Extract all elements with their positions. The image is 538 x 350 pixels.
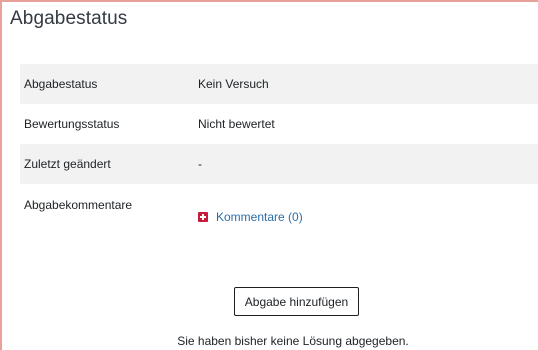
comments-link-label: Kommentare (0) [216, 210, 303, 224]
no-submission-note: Sie haben bisher keine Lösung abgegeben. [2, 334, 538, 348]
no-submission-text: Sie haben bisher keine Lösung abgegeben. [177, 334, 409, 348]
row-label: Abgabestatus [24, 77, 98, 91]
add-submission-button[interactable]: Abgabe hinzufügen [234, 287, 359, 316]
row-label: Abgabekommentare [24, 198, 133, 212]
table-row: Abgabestatus Kein Versuch [20, 64, 538, 104]
plus-icon [198, 212, 208, 222]
row-label: Zuletzt geändert [24, 157, 111, 171]
table-row: Zuletzt geändert - [20, 144, 538, 184]
comments-link[interactable]: Kommentare (0) [198, 210, 303, 224]
row-value: Kein Versuch [198, 77, 269, 91]
table-row: Abgabekommentare Kommentare (0) [20, 184, 538, 280]
table-row: Bewertungsstatus Nicht bewertet [20, 104, 538, 144]
row-label: Bewertungsstatus [24, 117, 120, 131]
row-value: Nicht bewertet [198, 117, 275, 131]
row-value: - [198, 157, 202, 171]
section-title: Abgabestatus [10, 8, 128, 29]
submission-status-panel: Abgabestatus Abgabestatus Kein Versuch B… [0, 0, 538, 350]
status-table: Abgabestatus Kein Versuch Bewertungsstat… [20, 64, 538, 280]
